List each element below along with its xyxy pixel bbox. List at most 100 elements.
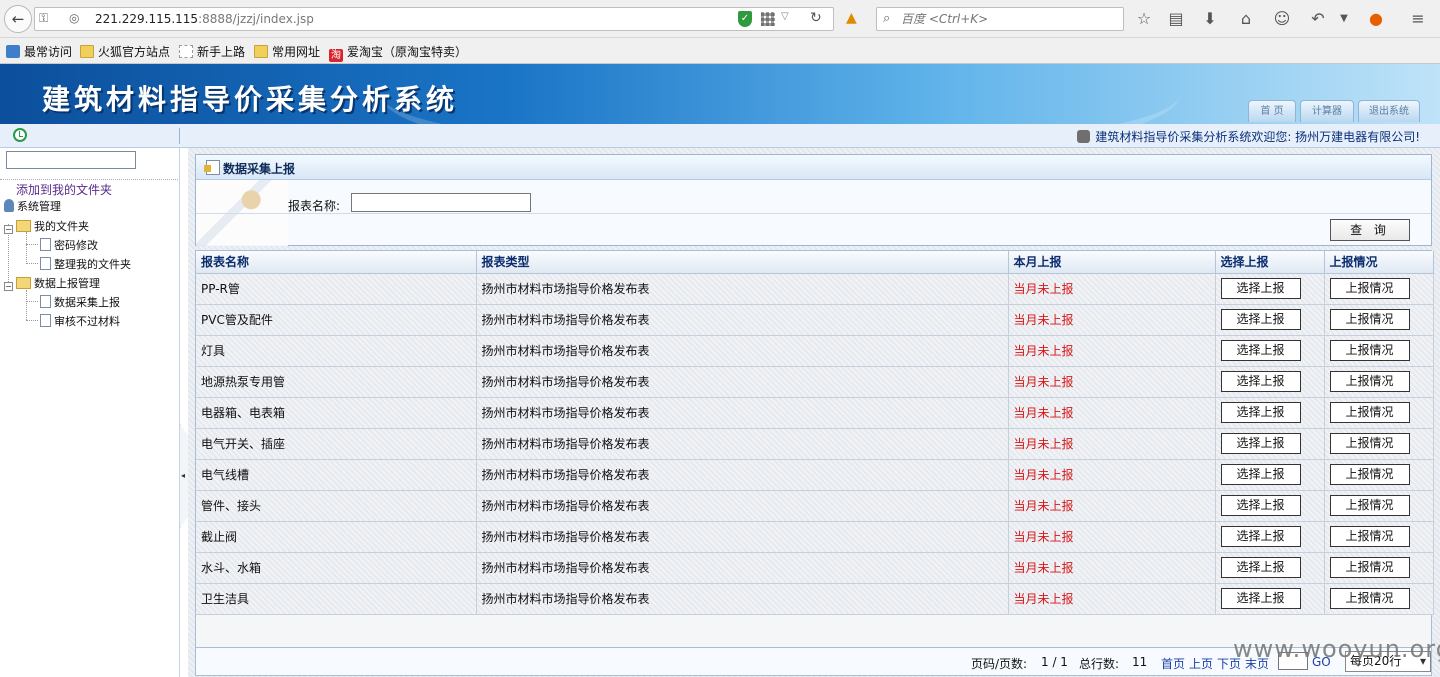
cell-month-status: 当月未上报 — [1008, 366, 1216, 398]
folder-icon — [80, 45, 94, 58]
undo-icon[interactable]: ↶ — [1308, 9, 1328, 29]
reading-list-icon[interactable]: ▤ — [1166, 9, 1186, 29]
cell-report-status: 上报情况 — [1324, 521, 1434, 553]
bookmark-getting-started[interactable]: 新手上路 — [179, 43, 245, 59]
select-report-button[interactable]: 选择上报 — [1220, 526, 1301, 547]
cell-report-name: 电器箱、电表箱 — [196, 397, 477, 429]
panel-header: 数据采集上报 — [196, 155, 1431, 180]
select-report-button[interactable]: 选择上报 — [1220, 371, 1301, 392]
reload-icon[interactable]: ↻ — [810, 10, 822, 26]
firefox-icon[interactable]: ● — [1366, 9, 1386, 29]
bookmark-most-visited[interactable]: 最常访问 — [6, 43, 72, 59]
table-row: 管件、接头 扬州市材料市场指导价格发布表 当月未上报 选择上报 上报情况 — [196, 490, 1434, 522]
bookmark-firefox-site[interactable]: 火狐官方站点 — [80, 43, 170, 59]
select-report-button[interactable]: 选择上报 — [1220, 495, 1301, 516]
browser-search-bar[interactable]: ⌕ — [876, 7, 1124, 31]
select-report-button[interactable]: 选择上报 — [1220, 278, 1301, 299]
report-status-button[interactable]: 上报情况 — [1329, 526, 1410, 547]
tree-label: 系统管理 — [17, 200, 61, 213]
cell-month-status: 当月未上报 — [1008, 304, 1216, 336]
report-status-button[interactable]: 上报情况 — [1329, 433, 1410, 454]
cell-report-status: 上报情况 — [1324, 273, 1434, 305]
cell-report-status: 上报情况 — [1324, 552, 1434, 584]
cell-report-status: 上报情况 — [1324, 583, 1434, 615]
divider — [179, 128, 180, 144]
report-status-button[interactable]: 上报情况 — [1329, 464, 1410, 485]
watermark: www.wooyun.org — [1233, 635, 1440, 663]
report-name-input[interactable] — [351, 193, 531, 212]
back-button[interactable]: ← — [4, 5, 32, 33]
select-report-button[interactable]: 选择上报 — [1220, 588, 1301, 609]
tab-home[interactable]: 首 页 — [1248, 100, 1296, 122]
folder-open-icon — [16, 220, 31, 232]
bookmark-star-icon[interactable]: ☆ — [1134, 9, 1154, 29]
select-report-button[interactable]: 选择上报 — [1220, 340, 1301, 361]
hamburger-menu-icon[interactable]: ≡ — [1408, 9, 1428, 29]
url-text[interactable]: 221.229.115.115:8888/jzzj/index.jsp — [95, 12, 314, 26]
url-dropdown-icon[interactable]: ▽ — [781, 11, 789, 22]
tree-item-change-password[interactable]: 密码修改 — [40, 237, 98, 253]
chat-icon[interactable]: ☺ — [1272, 9, 1292, 29]
total-label: 总行数: — [1079, 657, 1120, 671]
tree-item-system[interactable]: 系统管理 — [4, 198, 61, 214]
select-report-button[interactable]: 选择上报 — [1220, 402, 1301, 423]
cell-report-status: 上报情况 — [1324, 397, 1434, 429]
select-report-button[interactable]: 选择上报 — [1220, 557, 1301, 578]
table-row: 地源热泵专用管 扬州市材料市场指导价格发布表 当月未上报 选择上报 上报情况 — [196, 366, 1434, 398]
cell-report-type: 扬州市材料市场指导价格发布表 — [476, 521, 1009, 553]
cell-report-name: PVC管及配件 — [196, 304, 477, 336]
sidebar-search-input[interactable] — [6, 151, 136, 169]
app-header: 建筑材料指导价采集分析系统 首 页 计算器 退出系统 — [0, 64, 1440, 124]
query-button[interactable]: 查 询 — [1330, 219, 1410, 241]
report-status-button[interactable]: 上报情况 — [1329, 371, 1410, 392]
tree-item-my-folder[interactable]: − 我的文件夹 — [4, 218, 89, 234]
collapse-minus-icon[interactable]: − — [4, 225, 13, 234]
report-status-button[interactable]: 上报情况 — [1329, 309, 1410, 330]
add-to-folder-link[interactable]: 添加到我的文件夹 — [16, 181, 112, 198]
select-report-button[interactable]: 选择上报 — [1220, 433, 1301, 454]
tree-item-rejected[interactable]: 审核不过材料 — [40, 313, 120, 329]
bookmark-taobao[interactable]: 淘爱淘宝（原淘宝特卖） — [329, 43, 467, 62]
report-table-container: 报表名称 报表类型 本月上报 选择上报 上报情况 PP-R管 扬州市材料市场指导价… — [195, 250, 1434, 648]
panel-title: 数据采集上报 — [223, 162, 296, 176]
tab-logout[interactable]: 退出系统 — [1358, 100, 1420, 122]
tree-item-report-mgmt[interactable]: − 数据上报管理 — [4, 275, 100, 291]
report-status-button[interactable]: 上报情况 — [1329, 557, 1410, 578]
query-panel: 数据采集上报 报表名称: 查 询 — [195, 154, 1432, 246]
home-icon[interactable]: ⌂ — [1236, 9, 1256, 29]
shield-icon[interactable]: ✓ — [738, 11, 752, 27]
collapse-minus-icon[interactable]: − — [4, 282, 13, 291]
report-name-label: 报表名称: — [288, 199, 341, 213]
report-status-button[interactable]: 上报情况 — [1329, 588, 1410, 609]
clock-icon[interactable] — [13, 128, 27, 142]
search-engine-icon[interactable]: ▲ — [846, 10, 857, 26]
tree-item-data-upload[interactable]: 数据采集上报 — [40, 294, 120, 310]
tree-label: 审核不过材料 — [54, 315, 120, 328]
cell-month-status: 当月未上报 — [1008, 273, 1216, 305]
bookmark-common-sites[interactable]: 常用网址 — [254, 43, 320, 59]
url-bar[interactable]: ⚿ ◎ 221.229.115.115:8888/jzzj/index.jsp … — [34, 7, 834, 31]
report-status-button[interactable]: 上报情况 — [1329, 495, 1410, 516]
star-icon — [6, 45, 20, 58]
first-page-link[interactable]: 首页 — [1161, 655, 1185, 672]
tree-item-organize-folder[interactable]: 整理我的文件夹 — [40, 256, 131, 272]
report-status-button[interactable]: 上报情况 — [1329, 402, 1410, 423]
table-row: 截止阀 扬州市材料市场指导价格发布表 当月未上报 选择上报 上报情况 — [196, 521, 1434, 553]
select-report-button[interactable]: 选择上报 — [1220, 464, 1301, 485]
sidebar: 添加到我的文件夹 系统管理 − 我的文件夹 密码修改 整理我的文件夹 − 数据上报管… — [0, 148, 180, 677]
browser-search-input[interactable] — [901, 11, 1116, 27]
cell-month-status: 当月未上报 — [1008, 521, 1216, 553]
tab-calculator[interactable]: 计算器 — [1300, 100, 1354, 122]
cell-select: 选择上报 — [1215, 490, 1325, 522]
header-decoration — [380, 64, 1180, 124]
qr-code-icon[interactable] — [761, 12, 775, 26]
url-path: :8888/jzzj/index.jsp — [198, 12, 314, 26]
prev-page-link[interactable]: 上页 — [1189, 655, 1213, 672]
report-status-button[interactable]: 上报情况 — [1329, 278, 1410, 299]
menu-dropdown-icon[interactable]: ▼ — [1334, 9, 1354, 29]
cell-select: 选择上报 — [1215, 304, 1325, 336]
download-icon[interactable]: ⬇ — [1200, 9, 1220, 29]
report-status-button[interactable]: 上报情况 — [1329, 340, 1410, 361]
cell-report-status: 上报情况 — [1324, 335, 1434, 367]
select-report-button[interactable]: 选择上报 — [1220, 309, 1301, 330]
